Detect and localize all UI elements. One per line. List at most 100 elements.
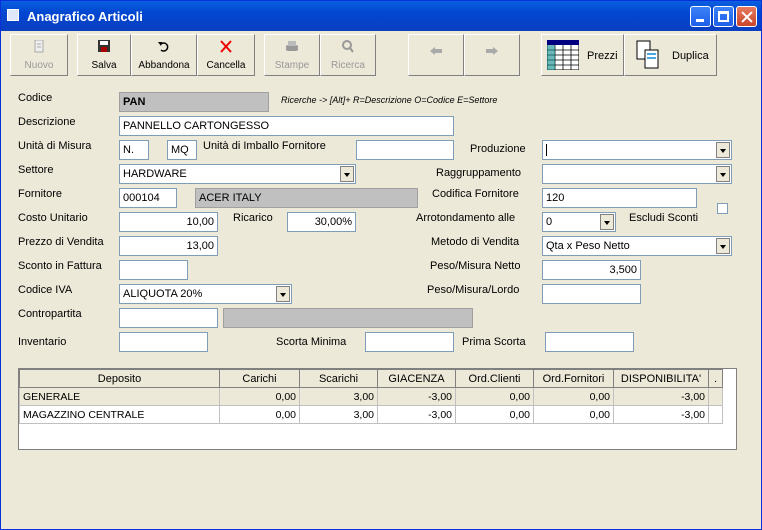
arrotondamento-select[interactable]: 0 bbox=[542, 212, 616, 232]
price-list-icon bbox=[547, 40, 579, 70]
prezzi-label: Prezzi bbox=[587, 50, 618, 62]
raggruppamento-label: Raggruppamento bbox=[436, 167, 522, 179]
table-cell[interactable] bbox=[708, 387, 723, 406]
cancella-button[interactable]: Cancella bbox=[197, 34, 255, 76]
column-header[interactable]: Carichi bbox=[219, 369, 300, 388]
column-header[interactable]: Scarichi bbox=[299, 369, 378, 388]
table-cell[interactable]: -3,00 bbox=[377, 405, 456, 424]
unita-imballo-field[interactable] bbox=[356, 140, 454, 160]
duplicate-icon bbox=[636, 40, 659, 69]
contropartita-field[interactable] bbox=[119, 308, 218, 328]
minimize-button[interactable] bbox=[690, 6, 711, 27]
column-header[interactable]: DISPONIBILITA' bbox=[613, 369, 709, 388]
costo-unitario-label: Costo Unitario bbox=[18, 212, 88, 224]
abbandona-label: Abbandona bbox=[138, 60, 190, 71]
previous-button[interactable] bbox=[408, 34, 464, 76]
codice-field[interactable]: PAN bbox=[119, 92, 269, 112]
chevron-down-icon[interactable] bbox=[340, 166, 354, 182]
costo-unitario-field[interactable]: 10,00 bbox=[119, 212, 218, 232]
text-caret bbox=[546, 144, 547, 156]
chevron-down-icon[interactable] bbox=[276, 286, 290, 302]
stampe-button[interactable]: Stampe bbox=[264, 34, 320, 76]
search-hint: Ricerche -> [Alt]+ R=Descrizione O=Codic… bbox=[281, 95, 498, 105]
close-button[interactable] bbox=[736, 6, 757, 27]
column-header[interactable]: Ord.Clienti bbox=[455, 369, 534, 388]
deposito-grid[interactable]: Deposito Carichi Scarichi GIACENZA Ord.C… bbox=[18, 368, 737, 450]
printer-icon bbox=[286, 41, 298, 51]
table-cell[interactable]: 0,00 bbox=[455, 387, 534, 406]
unita-imballo-label: Unità di Imballo Fornitore bbox=[203, 140, 326, 152]
fornitore-code-field[interactable]: 000104 bbox=[119, 188, 177, 208]
peso-lordo-field[interactable] bbox=[542, 284, 641, 304]
metodo-vendita-value: Qta x Peso Netto bbox=[546, 240, 630, 252]
codifica-fornitore-field[interactable]: 120 bbox=[542, 188, 697, 208]
table-cell[interactable] bbox=[708, 405, 723, 424]
table-cell[interactable]: 0,00 bbox=[219, 387, 300, 406]
unita-misura-field-1[interactable]: N. bbox=[119, 140, 149, 160]
prima-scorta-field[interactable] bbox=[545, 332, 634, 352]
table-cell[interactable]: 3,00 bbox=[299, 405, 378, 424]
produzione-select[interactable] bbox=[542, 140, 732, 160]
table-cell[interactable]: -3,00 bbox=[613, 405, 709, 424]
next-button[interactable] bbox=[464, 34, 520, 76]
table-cell[interactable]: 0,00 bbox=[455, 405, 534, 424]
stampe-label: Stampe bbox=[274, 60, 310, 71]
prezzi-button[interactable]: Prezzi bbox=[541, 34, 624, 76]
chevron-down-icon[interactable] bbox=[716, 142, 730, 158]
delete-icon bbox=[220, 40, 232, 53]
prezzo-vendita-label: Prezzo di Vendita bbox=[18, 236, 104, 248]
duplica-button[interactable]: Duplica bbox=[624, 34, 717, 76]
prezzo-vendita-field[interactable]: 13,00 bbox=[119, 236, 218, 256]
table-row[interactable]: MAGAZZINO CENTRALE 0,00 3,00 -3,00 0,00 … bbox=[19, 405, 723, 424]
table-cell[interactable]: 0,00 bbox=[533, 387, 614, 406]
table-row[interactable]: GENERALE 0,00 3,00 -3,00 0,00 0,00 -3,00 bbox=[19, 387, 723, 406]
salva-button[interactable]: Salva bbox=[77, 34, 131, 76]
raggruppamento-select[interactable] bbox=[542, 164, 732, 184]
descrizione-label: Descrizione bbox=[18, 116, 76, 128]
escludi-sconti-checkbox[interactable] bbox=[717, 203, 728, 214]
descrizione-field[interactable]: PANNELLO CARTONGESSO bbox=[119, 116, 454, 136]
codice-iva-select[interactable]: ALIQUOTA 20% bbox=[119, 284, 292, 304]
search-icon bbox=[342, 40, 354, 53]
column-header[interactable]: Deposito bbox=[19, 369, 220, 388]
metodo-vendita-label: Metodo di Vendita bbox=[431, 236, 520, 248]
arrow-left-icon bbox=[430, 47, 442, 55]
metodo-vendita-select[interactable]: Qta x Peso Netto bbox=[542, 236, 732, 256]
produzione-label: Produzione bbox=[470, 143, 526, 155]
maximize-button[interactable] bbox=[713, 6, 734, 27]
inventario-field[interactable] bbox=[119, 332, 208, 352]
chevron-down-icon[interactable] bbox=[716, 238, 730, 254]
column-header[interactable]: . bbox=[708, 369, 723, 388]
settore-value: HARDWARE bbox=[123, 168, 187, 180]
nuovo-button[interactable]: Nuovo bbox=[10, 34, 68, 76]
codice-iva-value: ALIQUOTA 20% bbox=[123, 288, 203, 300]
settore-select[interactable]: HARDWARE bbox=[119, 164, 356, 184]
undo-icon bbox=[158, 42, 169, 52]
chevron-down-icon[interactable] bbox=[600, 214, 614, 230]
ricarico-field[interactable]: 30,00% bbox=[287, 212, 356, 232]
sconto-fattura-label: Sconto in Fattura bbox=[18, 260, 102, 272]
table-cell[interactable]: -3,00 bbox=[377, 387, 456, 406]
table-cell[interactable]: MAGAZZINO CENTRALE bbox=[19, 405, 220, 424]
codice-iva-label: Codice IVA bbox=[18, 284, 73, 296]
ricerca-button[interactable]: Ricerca bbox=[320, 34, 376, 76]
table-cell[interactable]: 0,00 bbox=[219, 405, 300, 424]
table-cell[interactable]: GENERALE bbox=[19, 387, 220, 406]
table-cell[interactable]: 0,00 bbox=[533, 405, 614, 424]
column-header[interactable]: GIACENZA bbox=[377, 369, 456, 388]
table-cell[interactable]: 3,00 bbox=[299, 387, 378, 406]
chevron-down-icon[interactable] bbox=[716, 166, 730, 182]
arrotondamento-value: 0 bbox=[546, 216, 553, 228]
table-cell[interactable]: -3,00 bbox=[613, 387, 709, 406]
codice-label: Codice bbox=[18, 92, 53, 104]
column-header[interactable]: Ord.Fornitori bbox=[533, 369, 614, 388]
peso-netto-field[interactable]: 3,500 bbox=[542, 260, 641, 280]
unita-misura-label: Unità di Misura bbox=[18, 140, 92, 152]
salva-label: Salva bbox=[91, 60, 117, 71]
unita-misura-field-2[interactable]: MQ bbox=[167, 140, 197, 160]
abbandona-button[interactable]: Abbandona bbox=[131, 34, 197, 76]
title-bar[interactable]: Anagrafico Articoli bbox=[1, 1, 761, 31]
scorta-minima-field[interactable] bbox=[365, 332, 454, 352]
sconto-fattura-field[interactable] bbox=[119, 260, 188, 280]
table-header-row: Deposito Carichi Scarichi GIACENZA Ord.C… bbox=[19, 369, 723, 388]
